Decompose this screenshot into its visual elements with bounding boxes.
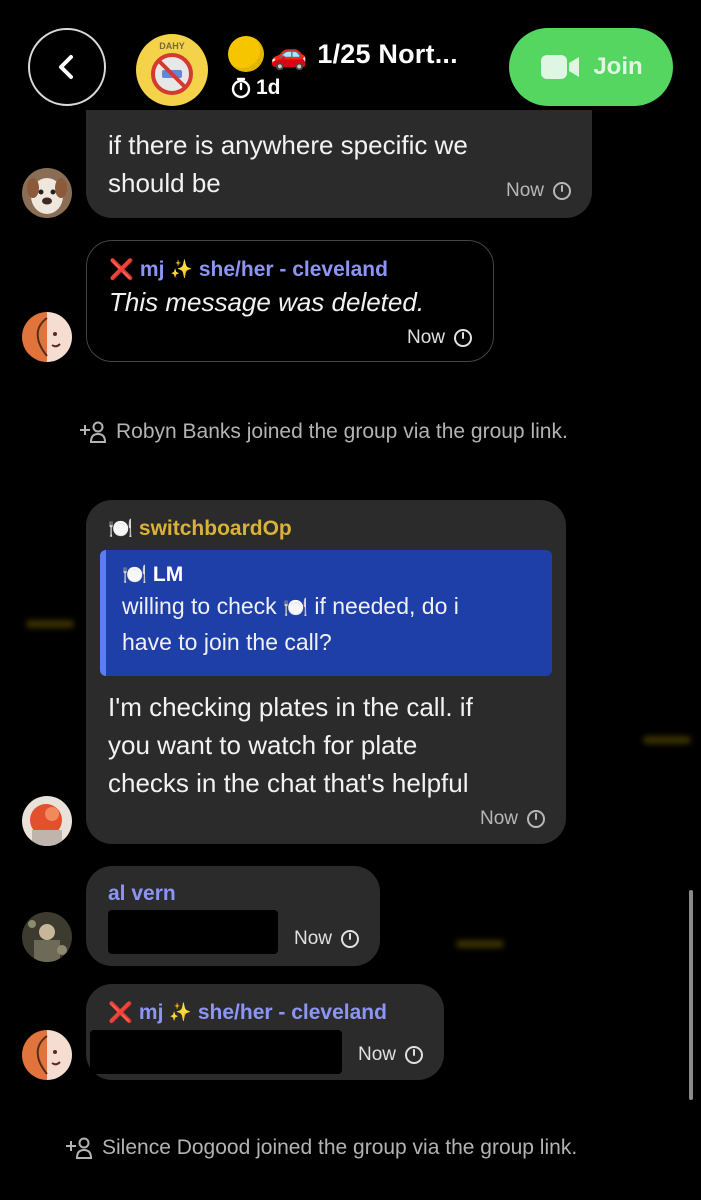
sender-suffix: she/her - cleveland: [198, 257, 388, 281]
message-meta: Now: [506, 180, 572, 202]
message-text-line: should be: [108, 168, 221, 198]
message-time: Now: [293, 928, 332, 949]
cross-mark-icon: ❌: [109, 259, 134, 281]
no-symbol-icon: DAHY: [151, 41, 193, 95]
quote-author: 🍽️ LM: [122, 562, 538, 587]
system-join-text: Silence Dogood joined the group via the …: [102, 1136, 578, 1159]
message-bubble[interactable]: ❌ mj ✨ she/her - cleveland Now: [86, 984, 444, 1080]
quote-text-line: have to join the call?: [122, 629, 332, 655]
message-time: Now: [505, 180, 544, 201]
chat-title: 1/25 Nort...: [317, 38, 458, 69]
message-meta: Now: [358, 1044, 424, 1066]
message-time: Now: [406, 327, 445, 348]
timer-icon: [454, 329, 472, 347]
face-avatar-icon: [22, 1030, 72, 1080]
message-sender[interactable]: 🍽️ switchboardOp: [108, 516, 292, 541]
timer-icon: [553, 182, 571, 200]
plate-icon: 🍽️: [283, 597, 308, 619]
sender-name: mj: [138, 1000, 164, 1024]
plate-icon: 🍽️: [108, 518, 133, 540]
dog-photo-icon: [22, 168, 72, 218]
timer-icon: [341, 930, 359, 948]
system-join-notice: Robyn Banks joined the group via the gro…: [78, 420, 568, 444]
sender-name: al vern: [108, 882, 176, 905]
timer-value: 1d: [256, 76, 281, 99]
message-sender[interactable]: ❌ mj ✨ she/her - cleveland: [108, 1000, 387, 1025]
yellow-circle-icon: [228, 36, 264, 72]
video-camera-icon: [541, 55, 580, 79]
group-avatar-text: DAHY: [159, 41, 185, 51]
timer-icon: [527, 810, 545, 828]
car-icon: 🚗: [270, 37, 308, 71]
message-meta: Now: [294, 928, 360, 950]
sender-name: mj: [139, 257, 165, 281]
sender-suffix: she/her - cleveland: [197, 1000, 387, 1024]
message-text-line: you want to watch for plate: [108, 730, 418, 760]
quote-author-name: LM: [152, 562, 184, 586]
redacted-content: [90, 1030, 342, 1074]
cross-mark-icon: ❌: [108, 1002, 133, 1024]
message-text-line: I'm checking plates in the call. if: [108, 692, 473, 722]
message-bubble[interactable]: ❌ mj ✨ she/her - cleveland This message …: [86, 240, 494, 362]
message-time: Now: [357, 1044, 396, 1065]
message-bubble[interactable]: if there is anywhere specific we should …: [86, 110, 592, 218]
redacted-content: [108, 910, 278, 954]
timer-icon: [405, 1046, 423, 1064]
add-person-icon: [66, 1137, 92, 1159]
join-label: Join: [593, 53, 643, 80]
sender-name: switchboardOp: [138, 516, 292, 540]
scrollbar[interactable]: [689, 890, 693, 1100]
avatar-dog[interactable]: [22, 168, 72, 218]
blur-smudge: [26, 620, 74, 628]
sparkles-icon: ✨: [170, 259, 193, 279]
message-text-line: if there is anywhere specific we: [108, 130, 468, 160]
deleted-message-text: This message was deleted.: [109, 287, 425, 317]
message-bubble[interactable]: 🍽️ switchboardOp 🍽️ LM willing to check …: [86, 500, 566, 844]
message-bubble[interactable]: al vern Now: [86, 866, 380, 966]
add-person-icon: [80, 421, 106, 443]
quote-text-part: if needed, do i: [314, 593, 459, 619]
disappearing-timer: 1d: [230, 76, 281, 100]
quote-text-part: willing to check: [122, 593, 277, 619]
photo-avatar-icon: [22, 912, 72, 962]
photo-avatar-icon: [22, 796, 72, 846]
blur-smudge: [456, 940, 504, 948]
avatar-mj[interactable]: [22, 312, 72, 362]
message-sender[interactable]: ❌ mj ✨ she/her - cleveland: [109, 257, 388, 282]
plate-icon: 🍽️: [122, 564, 147, 586]
back-button[interactable]: [28, 28, 106, 106]
quoted-message[interactable]: 🍽️ LM willing to check 🍽️ if needed, do …: [100, 550, 552, 676]
avatar-al-vern[interactable]: [22, 912, 72, 962]
message-meta: Now: [480, 808, 546, 830]
message-text-line: checks in the chat that's helpful: [108, 768, 469, 798]
message-sender[interactable]: al vern: [108, 882, 176, 906]
message-meta: Now: [407, 327, 473, 349]
avatar-switchboardop[interactable]: [22, 796, 72, 846]
join-call-button[interactable]: Join: [509, 28, 673, 106]
system-join-notice: Silence Dogood joined the group via the …: [64, 1136, 577, 1160]
quote-text-line: willing to check 🍽️ if needed, do i: [122, 589, 538, 625]
avatar-mj[interactable]: [22, 1030, 72, 1080]
sparkles-icon: ✨: [169, 1002, 192, 1022]
face-avatar-icon: [22, 312, 72, 362]
system-join-text: Robyn Banks joined the group via the gro…: [116, 420, 568, 443]
chevron-left-icon: [59, 55, 73, 79]
chat-title-row[interactable]: 🚗 1/25 Nort...: [228, 34, 458, 74]
message-time: Now: [479, 808, 518, 829]
timer-icon: [231, 77, 251, 99]
group-avatar[interactable]: DAHY: [136, 34, 208, 106]
blur-smudge: [643, 736, 691, 744]
